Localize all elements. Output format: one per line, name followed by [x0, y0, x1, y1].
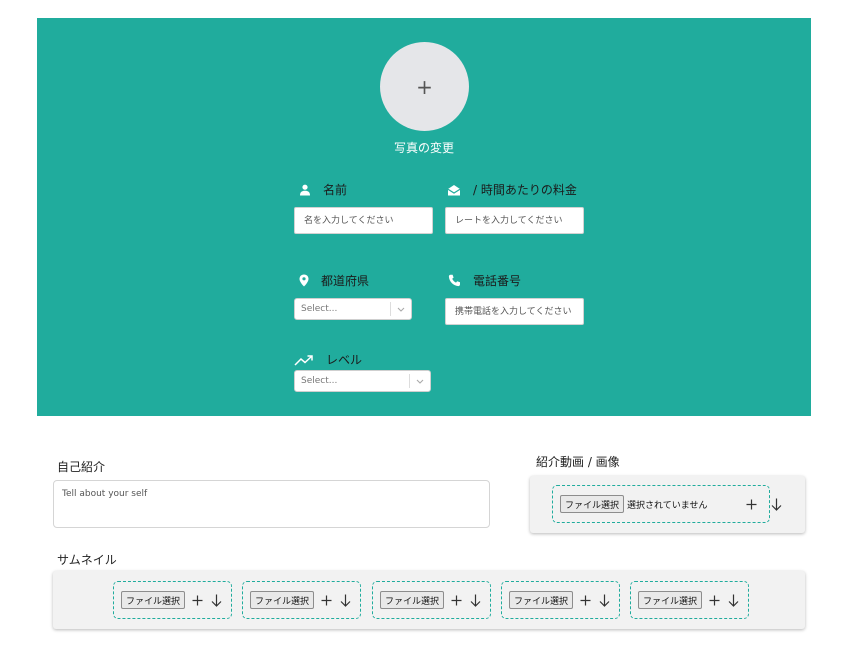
phone-input[interactable] [445, 298, 584, 325]
map-pin-icon [299, 274, 309, 287]
trending-up-icon [294, 354, 313, 366]
profile-header-panel: + 写真の変更 名前 / 時間あたりの料金 都道府県 Select... 電話番… [37, 18, 811, 416]
name-label: 名前 [299, 181, 347, 198]
rate-label: / 時間あたりの料金 [447, 181, 577, 198]
avatar-upload-button[interactable]: + [380, 42, 469, 131]
thumbnail-dropzone-4[interactable]: ファイル選択 [501, 581, 620, 619]
plus-icon[interactable] [746, 499, 757, 510]
prefecture-select-value: Select... [301, 304, 338, 314]
thumbnails-label: サムネイル [57, 553, 117, 567]
prefecture-select[interactable]: Select... [294, 298, 412, 320]
level-select-value: Select... [301, 376, 338, 386]
media-upload-panel: ファイル選択 選択されていません [530, 476, 805, 533]
phone-icon [448, 274, 460, 287]
plus-icon[interactable] [580, 595, 591, 606]
phone-label-text: 電話番号 [473, 274, 522, 288]
plus-icon[interactable] [192, 595, 203, 606]
arrow-down-icon[interactable] [470, 594, 481, 607]
chevron-down-icon[interactable] [410, 379, 430, 384]
name-input[interactable] [294, 207, 433, 234]
media-dropzone[interactable]: ファイル選択 選択されていません [552, 485, 770, 523]
thumbnails-upload-panel: ファイル選択 ファイル選択 ファイル選択 ファイル選択 ファイル選択 [53, 571, 805, 629]
media-file-status: 選択されていません [627, 500, 708, 511]
rate-input[interactable] [445, 207, 584, 234]
thumbnail-file-select-button[interactable]: ファイル選択 [250, 591, 315, 609]
level-label-text: レベル [326, 353, 363, 367]
rate-label-text: / 時間あたりの料金 [473, 183, 577, 197]
thumbnail-dropzone-3[interactable]: ファイル選択 [372, 581, 491, 619]
thumbnail-file-select-button[interactable]: ファイル選択 [380, 591, 445, 609]
arrow-down-icon[interactable] [211, 594, 222, 607]
phone-label: 電話番号 [448, 272, 521, 289]
thumbnail-dropzone-2[interactable]: ファイル選択 [242, 581, 361, 619]
media-label: 紹介動画 / 画像 [536, 455, 620, 469]
prefecture-label: 都道府県 [299, 272, 369, 289]
chevron-down-icon[interactable] [391, 307, 411, 312]
plus-icon[interactable] [321, 595, 332, 606]
name-label-text: 名前 [323, 183, 348, 197]
bio-textarea[interactable] [53, 480, 490, 528]
envelope-open-icon [447, 184, 461, 195]
user-icon [300, 184, 310, 195]
arrow-down-icon[interactable] [340, 594, 351, 607]
plus-icon[interactable] [709, 595, 720, 606]
plus-icon: + [416, 74, 433, 99]
bio-label: 自己紹介 [57, 460, 106, 474]
level-select[interactable]: Select... [294, 370, 431, 392]
arrow-down-icon[interactable] [728, 594, 739, 607]
plus-icon[interactable] [451, 595, 462, 606]
arrow-down-icon[interactable] [599, 594, 610, 607]
photo-change-label[interactable]: 写真の変更 [37, 139, 811, 156]
thumbnail-dropzone-5[interactable]: ファイル選択 [630, 581, 749, 619]
level-label: レベル [294, 351, 362, 368]
prefecture-label-text: 都道府県 [321, 274, 370, 288]
thumbnail-file-select-button[interactable]: ファイル選択 [509, 591, 574, 609]
thumbnail-file-select-button[interactable]: ファイル選択 [121, 591, 186, 609]
thumbnail-dropzone-1[interactable]: ファイル選択 [113, 581, 232, 619]
thumbnail-file-select-button[interactable]: ファイル選択 [638, 591, 703, 609]
arrow-down-icon[interactable] [771, 498, 782, 511]
media-file-select-button[interactable]: ファイル選択 [560, 495, 625, 513]
